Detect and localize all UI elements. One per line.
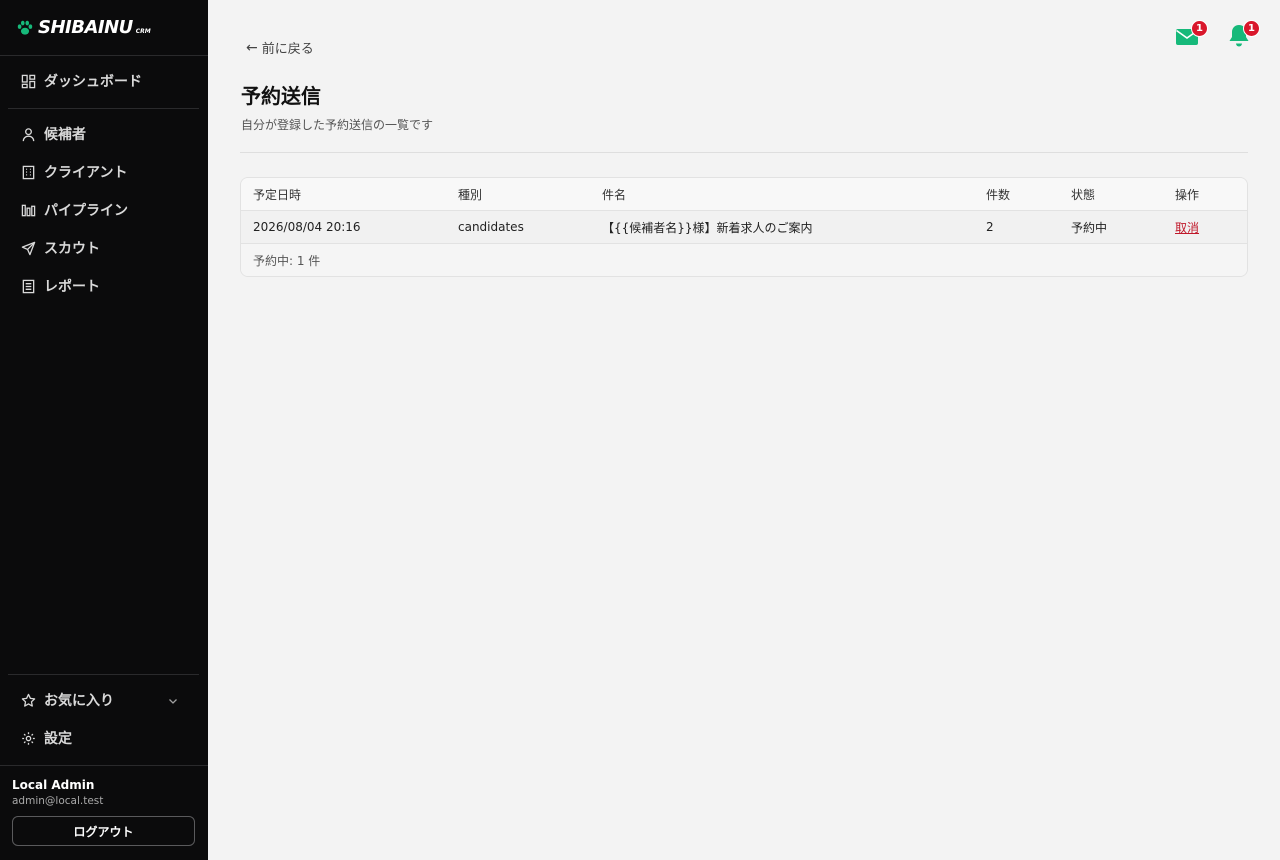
logout-button[interactable]: ログアウト bbox=[12, 816, 195, 846]
sidebar-item-label: 候補者 bbox=[44, 127, 86, 143]
sidebar-item-label: レポート bbox=[44, 279, 100, 295]
column-header: 件名 bbox=[602, 187, 627, 202]
column-header: 操作 bbox=[1175, 187, 1200, 202]
pipeline-icon bbox=[20, 202, 36, 218]
report-icon bbox=[20, 278, 36, 294]
user-name: Local Admin bbox=[12, 778, 95, 792]
cell-type: candidates bbox=[458, 220, 524, 234]
page-title: 予約送信 bbox=[241, 84, 321, 108]
sidebar-item-scout[interactable]: スカウト bbox=[8, 230, 200, 266]
main-content: ← 前に戻る 1 1 予約送信 自分が登録した予約送信の一覧です 予定日時 種別… bbox=[208, 0, 1280, 860]
column-header: 予定日時 bbox=[253, 187, 302, 202]
sidebar-divider bbox=[8, 108, 199, 109]
sidebar-item-label: 設定 bbox=[44, 731, 72, 747]
sidebar: SHIBAINU CRM ダッシュボード 候補者 クライアント パイプライン ス… bbox=[0, 0, 208, 860]
column-header: 状態 bbox=[1071, 187, 1096, 202]
sidebar-divider bbox=[8, 674, 199, 675]
brand[interactable]: SHIBAINU CRM bbox=[0, 0, 208, 56]
brand-sub: CRM bbox=[135, 28, 151, 35]
sidebar-item-report[interactable]: レポート bbox=[8, 268, 200, 304]
bell-badge: 1 bbox=[1243, 20, 1260, 37]
sidebar-item-label: お気に入り bbox=[44, 693, 114, 709]
sidebar-item-label: パイプライン bbox=[44, 203, 128, 219]
chevron-down-icon[interactable] bbox=[168, 696, 178, 706]
sidebar-item-clients[interactable]: クライアント bbox=[8, 154, 200, 190]
cell-action: 取消 bbox=[1175, 211, 1199, 243]
gear-icon bbox=[20, 730, 36, 746]
sidebar-item-candidates[interactable]: 候補者 bbox=[8, 116, 200, 152]
cancel-link[interactable]: 取消 bbox=[1175, 219, 1199, 236]
table-header: 予定日時 種別 件名 件数 状態 操作 bbox=[241, 178, 1247, 211]
sidebar-item-label: スカウト bbox=[44, 241, 100, 257]
sidebar-item-favorites[interactable]: お気に入り bbox=[8, 682, 200, 718]
user-icon bbox=[20, 126, 36, 142]
dashboard-icon bbox=[20, 73, 36, 89]
divider bbox=[240, 152, 1248, 153]
back-link[interactable]: ← 前に戻る bbox=[246, 38, 314, 58]
brand-name: SHIBAINU bbox=[38, 17, 133, 38]
notification-button[interactable]: 1 bbox=[1226, 20, 1260, 48]
sidebar-item-label: ダッシュボード bbox=[44, 74, 142, 90]
mail-badge: 1 bbox=[1191, 20, 1208, 37]
paw-icon bbox=[17, 20, 33, 35]
cell-date: 2026/08/04 20:16 bbox=[253, 220, 361, 234]
building-icon bbox=[20, 164, 36, 180]
arrow-left-icon: ← bbox=[246, 39, 258, 56]
user-panel: Local Admin admin@local.test ログアウト bbox=[0, 765, 208, 846]
cell-count: 2 bbox=[986, 220, 994, 234]
sidebar-item-dashboard[interactable]: ダッシュボード bbox=[8, 63, 200, 99]
column-header: 件数 bbox=[986, 187, 1011, 202]
send-icon bbox=[20, 240, 36, 256]
sidebar-item-label: クライアント bbox=[44, 165, 128, 181]
page-subtitle: 自分が登録した予約送信の一覧です bbox=[241, 118, 434, 132]
sidebar-item-settings[interactable]: 設定 bbox=[8, 720, 200, 756]
sidebar-item-pipeline[interactable]: パイプライン bbox=[8, 192, 200, 228]
user-email: admin@local.test bbox=[12, 795, 104, 807]
star-icon bbox=[20, 692, 36, 708]
cell-subject: 【{{候補者名}}様】新着求人のご案内 bbox=[602, 220, 813, 235]
header-icons: 1 1 bbox=[1174, 20, 1260, 48]
footer-count: 予約中: 1 件 bbox=[253, 253, 321, 268]
table-footer: 予約中: 1 件 bbox=[241, 244, 1247, 276]
scheduled-sends-table: 予定日時 種別 件名 件数 状態 操作 2026/08/04 20:16 can… bbox=[240, 177, 1248, 277]
cell-status: 予約中 bbox=[1071, 220, 1108, 235]
table-row[interactable]: 2026/08/04 20:16 candidates 【{{候補者名}}様】新… bbox=[241, 211, 1247, 244]
back-link-label: 前に戻る bbox=[261, 42, 314, 57]
mail-button[interactable]: 1 bbox=[1174, 20, 1208, 48]
column-header: 種別 bbox=[458, 187, 483, 202]
